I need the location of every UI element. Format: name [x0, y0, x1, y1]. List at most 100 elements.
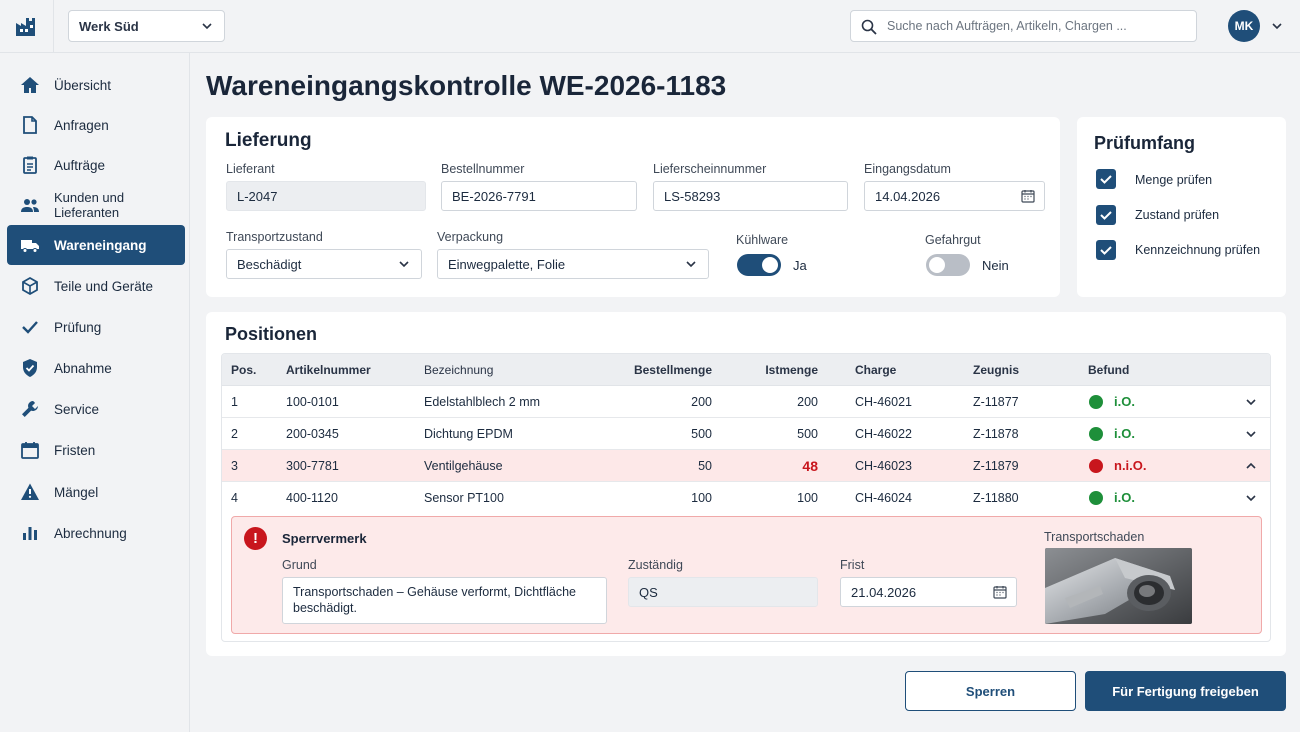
- chevron-down-icon[interactable]: [1270, 19, 1284, 33]
- cell-befund: n.i.O.: [1114, 458, 1147, 473]
- chevron-up-icon[interactable]: [1244, 459, 1258, 473]
- transportzustand-select[interactable]: Beschädigt: [226, 249, 422, 279]
- calendar-icon[interactable]: [1021, 189, 1035, 203]
- sperren-button[interactable]: Sperren: [905, 671, 1076, 711]
- cell-zeugnis: Z-11877: [973, 395, 1019, 409]
- cell-bestellmenge: 200: [691, 395, 712, 409]
- sidebar-item-pruefung[interactable]: Prüfung: [7, 307, 185, 347]
- zustand-pruefen-label: Zustand prüfen: [1135, 208, 1220, 222]
- col-charge: Charge: [855, 363, 897, 377]
- chevron-down-icon: [686, 261, 696, 268]
- kuehlware-label: Kühlware: [736, 233, 789, 247]
- transportschaden-photo[interactable]: [1045, 548, 1192, 624]
- sidebar-item-service[interactable]: Service: [7, 389, 185, 429]
- sidebar-item-uebersicht[interactable]: Übersicht: [7, 65, 185, 105]
- table-row[interactable]: 1 100-0101 Edelstahlblech 2 mm 200 200 C…: [222, 386, 1270, 418]
- sidebar-item-label: Prüfung: [54, 319, 102, 335]
- sidebar-item-label: Kunden und Lieferanten: [54, 190, 125, 220]
- pruefumfang-title: Prüfumfang: [1094, 133, 1195, 153]
- chevron-down-icon[interactable]: [1244, 427, 1258, 441]
- kennzeichnung-pruefen-label: Kennzeichnung prüfen: [1135, 243, 1261, 257]
- sidebar-item-label: Fristen: [54, 442, 96, 458]
- col-zeugnis: Zeugnis: [973, 363, 1020, 377]
- chevron-down-icon[interactable]: [1244, 395, 1258, 409]
- transportzustand-label: Transportzustand: [226, 230, 323, 244]
- cell-bezeichnung: Dichtung EPDM: [424, 427, 513, 441]
- cell-pos: 1: [231, 395, 238, 409]
- wrench-icon: [22, 401, 38, 417]
- lieferung-title: Lieferung: [225, 130, 312, 151]
- freigeben-button[interactable]: Für Fertigung freigeben: [1085, 671, 1286, 711]
- lieferschein-value: LS-58293: [664, 188, 721, 204]
- search-input[interactable]: Suche nach Aufträgen, Artikeln, Chargen …: [850, 10, 1197, 42]
- chevron-down-icon[interactable]: [1244, 491, 1258, 505]
- kennzeichnung-pruefen-checkbox[interactable]: [1096, 240, 1116, 260]
- zustand-pruefen-checkbox[interactable]: [1096, 205, 1116, 225]
- sidebar-item-anfragen[interactable]: Anfragen: [7, 105, 185, 145]
- table-row[interactable]: 2 200-0345 Dichtung EPDM 500 500 CH-4602…: [222, 418, 1270, 450]
- lieferschein-field[interactable]: LS-58293: [653, 181, 848, 211]
- cell-bestellmenge: 50: [698, 459, 712, 473]
- menge-pruefen-checkbox[interactable]: [1096, 169, 1116, 189]
- user-avatar[interactable]: MK: [1228, 10, 1260, 42]
- verpackung-label: Verpackung: [437, 230, 504, 244]
- kuehlware-toggle[interactable]: [737, 254, 781, 276]
- table-row[interactable]: 3 300-7781 Ventilgehäuse 50 48 CH-46023 …: [222, 450, 1270, 482]
- sidebar-item-teile-geraete[interactable]: Teile und Geräte: [7, 266, 185, 306]
- cell-befund: i.O.: [1114, 426, 1135, 441]
- calendar-icon[interactable]: [993, 585, 1007, 599]
- cell-befund: i.O.: [1114, 394, 1135, 409]
- bestellnummer-label: Bestellnummer: [441, 162, 525, 176]
- factory-logo-icon[interactable]: [14, 14, 38, 38]
- clipboard-icon: [23, 156, 37, 174]
- cell-charge: CH-46024: [855, 491, 912, 505]
- eingangsdatum-field[interactable]: 14.04.2026: [864, 181, 1045, 211]
- zustaendig-value: QS: [639, 584, 658, 600]
- frist-field[interactable]: 21.04.2026: [840, 577, 1017, 607]
- truck-icon: [21, 240, 39, 253]
- lieferant-label: Lieferant: [226, 162, 275, 176]
- sperrvermerk-title: Sperrvermerk: [282, 531, 367, 546]
- sidebar-item-label: Abrechnung: [54, 525, 127, 541]
- home-icon: [21, 77, 39, 93]
- search-icon: [861, 19, 877, 35]
- col-bezeichnung: Bezeichnung: [424, 363, 494, 377]
- cell-pos: 2: [231, 427, 238, 441]
- warning-icon: [21, 483, 39, 500]
- col-befund: Befund: [1088, 363, 1130, 377]
- cell-bestellmenge: 100: [691, 491, 712, 505]
- gefahrgut-value: Nein: [982, 258, 1009, 273]
- damaged-housing-image: [1045, 548, 1192, 624]
- toggle-knob: [762, 257, 778, 273]
- cell-bestellmenge: 500: [691, 427, 712, 441]
- sidebar-item-label: Aufträge: [54, 157, 106, 173]
- gefahrgut-toggle[interactable]: [926, 254, 970, 276]
- sidebar-item-auftraege[interactable]: Aufträge: [7, 145, 185, 185]
- table-row[interactable]: 4 400-1120 Sensor PT100 100 100 CH-46024…: [222, 482, 1270, 514]
- sidebar-item-abnahme[interactable]: Abnahme: [7, 348, 185, 388]
- sidebar-item-label: Wareneingang: [54, 237, 147, 253]
- verpackung-select[interactable]: Einwegpalette, Folie: [437, 249, 709, 279]
- cell-zeugnis: Z-11880: [973, 491, 1019, 505]
- plant-select-value: Werk Süd: [79, 18, 139, 34]
- top-bar: Werk Süd Suche nach Aufträgen, Artikeln,…: [0, 0, 1300, 53]
- toggle-knob: [929, 257, 945, 273]
- sidebar-item-abrechnung[interactable]: Abrechnung: [7, 513, 185, 553]
- shield-check-icon: [23, 359, 37, 377]
- status-ok-dot: [1089, 491, 1103, 505]
- sidebar-item-label: Abnahme: [54, 360, 112, 376]
- grund-textarea[interactable]: Transportschaden – Gehäuse verformt, Dic…: [282, 577, 607, 624]
- sidebar-item-fristen[interactable]: Fristen: [7, 430, 185, 470]
- sidebar-item-maengel[interactable]: Mängel: [7, 472, 185, 512]
- sidebar-item-wareneingang[interactable]: Wareneingang: [7, 225, 185, 265]
- cell-artikel: 200-0345: [286, 427, 339, 441]
- alert-icon: !: [244, 527, 267, 550]
- menge-pruefen-label: Menge prüfen: [1135, 173, 1213, 187]
- plant-select[interactable]: Werk Süd: [68, 10, 225, 42]
- cell-istmenge: 500: [797, 427, 818, 441]
- search-placeholder: Suche nach Aufträgen, Artikeln, Chargen …: [887, 19, 1127, 33]
- bestellnummer-field[interactable]: BE-2026-7791: [441, 181, 637, 211]
- sidebar-item-kunden-lieferanten[interactable]: Kunden und Lieferanten: [7, 185, 185, 225]
- cell-charge: CH-46023: [855, 459, 912, 473]
- gefahrgut-label: Gefahrgut: [925, 233, 981, 247]
